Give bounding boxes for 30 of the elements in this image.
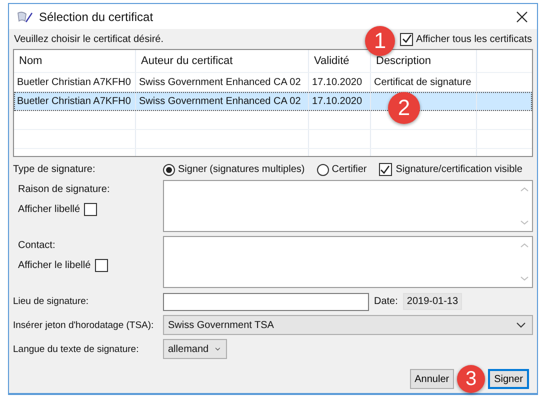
dropdown[interactable]: Swiss Government TSA: [163, 315, 533, 335]
date-field: 2019-01-13: [402, 293, 462, 310]
field-label: Raison de signature:: [18, 184, 111, 195]
dropdown[interactable]: allemand: [163, 339, 227, 359]
table-cell: 17.10.2020: [312, 96, 362, 106]
radio-label: Certifier: [332, 164, 367, 175]
checkbox-label: Afficher libellé: [18, 204, 80, 215]
table-cell: 17.10.2020: [312, 76, 362, 88]
field-label: Contact:: [18, 240, 56, 251]
column-header[interactable]: Nom: [14, 50, 136, 72]
instruction-text: Veuillez choisir le certificat désiré.: [14, 34, 164, 44]
cancel-button[interactable]: Annuler: [410, 369, 454, 389]
step-badge: 3: [457, 365, 486, 393]
field-label: Lieu de signature:: [13, 296, 90, 307]
table-cell: Buetler Christian A7KFH0: [17, 96, 131, 106]
sign-button[interactable]: Signer: [488, 369, 529, 389]
field-label: Date:: [374, 296, 398, 307]
table-cell: Certificat de signature: [374, 76, 472, 88]
column-header[interactable]: Auteur du certificat: [136, 50, 309, 72]
radio-label: Signer (signatures multiples): [178, 164, 305, 175]
field-label: Langue du texte de signature:: [13, 344, 140, 354]
table-cell: Swiss Government Enhanced CA 02: [139, 76, 301, 88]
window-title: Sélection du certificat: [39, 10, 154, 24]
field-label: Type de signature:: [13, 164, 96, 175]
field-label: Insérer jeton d'horodatage (TSA):: [13, 320, 155, 330]
checkbox-label: Afficher le libellé: [18, 260, 91, 271]
checkbox-label: Signature/certification visible: [396, 164, 522, 175]
checkbox-label: Afficher tous les certificats: [416, 34, 532, 44]
table-cell: Buetler Christian A7KFH0: [17, 76, 131, 88]
table-cell: Swiss Government Enhanced CA 02: [139, 96, 301, 106]
